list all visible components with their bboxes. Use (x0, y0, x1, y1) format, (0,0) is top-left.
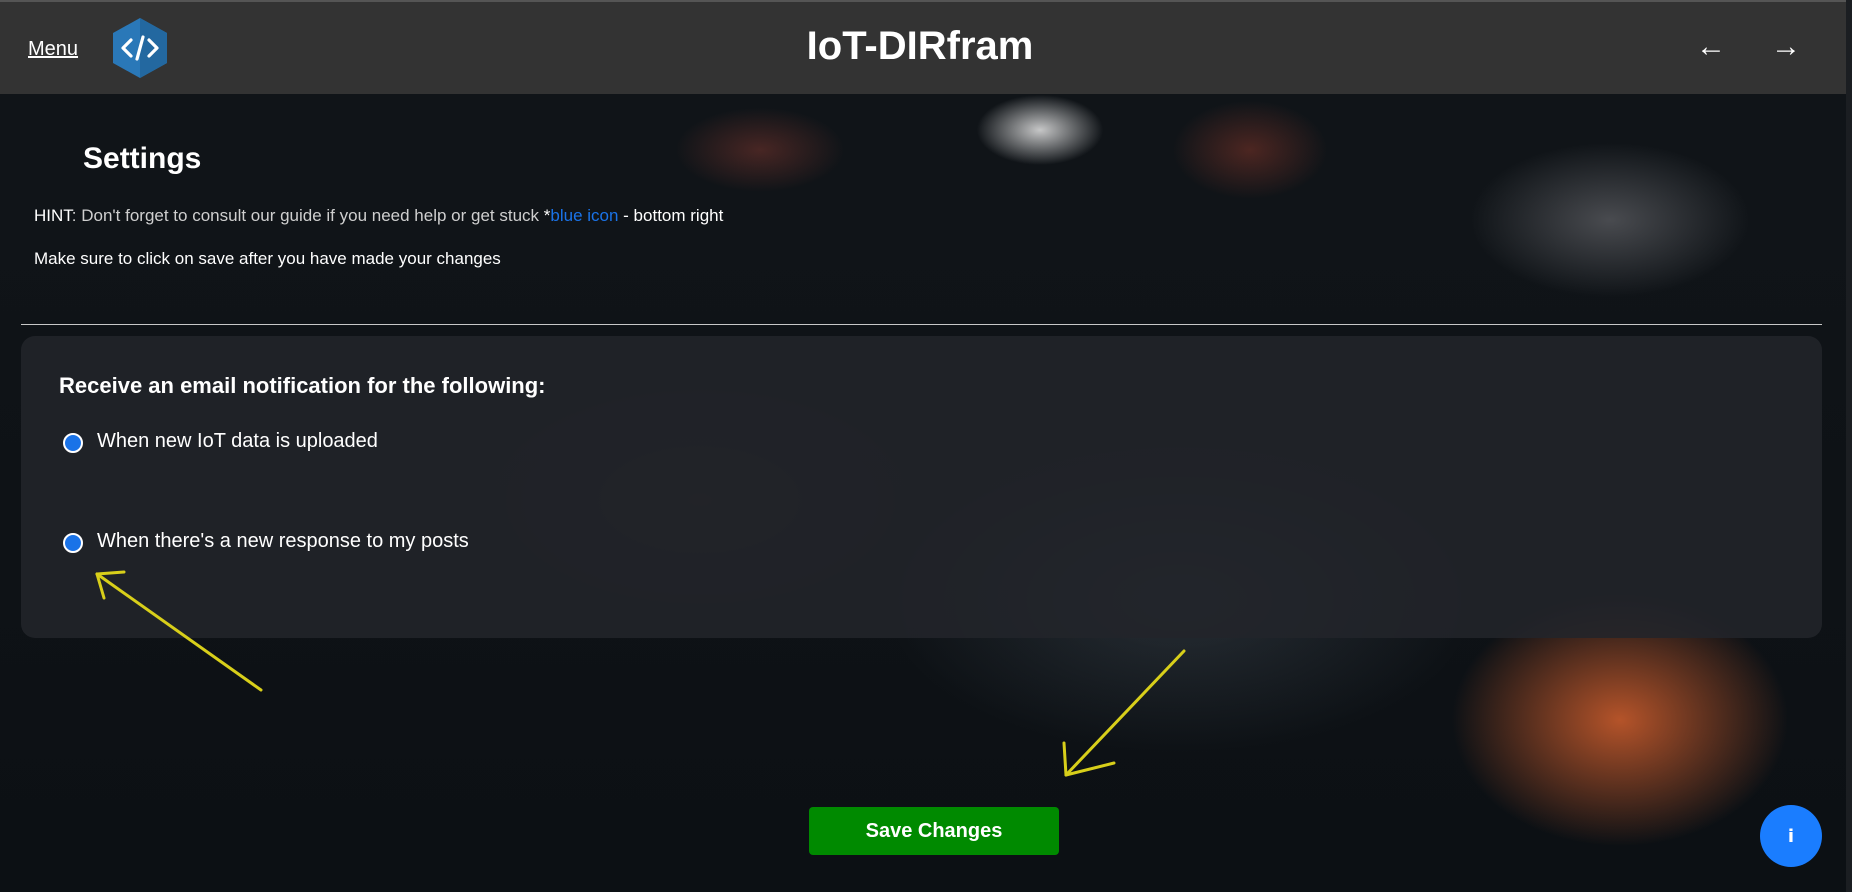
hint-text: HINT: Don't forget to consult our guide … (34, 206, 723, 226)
hint-blue-icon-text: blue icon (550, 206, 619, 225)
scrollbar[interactable] (1846, 0, 1852, 892)
notification-heading: Receive an email notification for the fo… (59, 373, 546, 398)
divider (21, 324, 1822, 325)
hint-suffix: - bottom right (618, 206, 724, 225)
radio-new-response[interactable] (63, 533, 83, 553)
page-title: Settings (83, 142, 202, 175)
app-title: IoT-DIRfram (806, 24, 1034, 68)
hint-prefix: HINT (34, 206, 72, 225)
forward-arrow-icon[interactable]: → (1771, 30, 1801, 64)
top-navigation-bar: Menu IoT-DIRfram ← → (0, 0, 1852, 94)
radio-new-iot-data[interactable] (63, 433, 83, 453)
info-guide-icon[interactable]: i (1760, 805, 1822, 867)
option-label-new-iot-data[interactable]: When new IoT data is uploaded (97, 430, 378, 453)
notification-settings-panel: Receive an email notification for the fo… (21, 336, 1822, 638)
save-reminder-text: Make sure to click on save after you hav… (34, 249, 501, 268)
option-label-new-response[interactable]: When there's a new response to my posts (97, 530, 469, 553)
hint-body: : Don't forget to consult our guide if y… (71, 206, 544, 225)
save-changes-button[interactable]: Save Changes (809, 807, 1059, 855)
back-arrow-icon[interactable]: ← (1696, 30, 1726, 64)
